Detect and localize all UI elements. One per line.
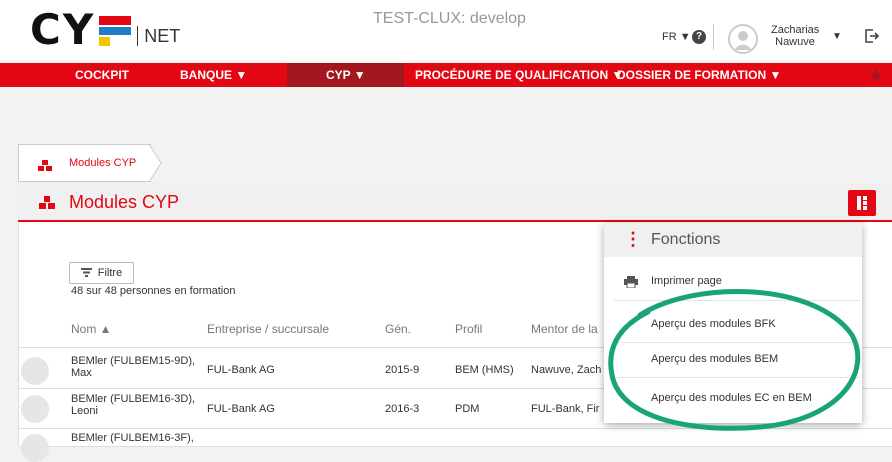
table-cell-name[interactable]: BEMler (FULBEM16-3D), Leoni [71, 393, 195, 417]
modules-icon [39, 196, 55, 209]
table-cell-profile: PDM [455, 403, 480, 415]
table-cell-generation: 2015-9 [385, 364, 420, 376]
nav-cockpit[interactable]: COCKPIT [75, 63, 129, 87]
nav-procedure-qualification[interactable]: PROCÉDURE DE QUALIFICATION ▼ [415, 63, 623, 87]
nav-cyp[interactable]: CYP ▼ [326, 63, 366, 87]
help-icon[interactable]: ? [692, 30, 706, 44]
row-name-line1: BEMler (FULBEM16-3D), [71, 393, 196, 405]
filter-icon [80, 268, 92, 278]
favorite-star-icon[interactable]: ★ [868, 65, 884, 86]
table-cell-name[interactable]: BEMler (FULBEM15-9D), Max [71, 355, 195, 379]
column-header-company[interactable]: Entreprise / succursale [207, 322, 329, 336]
functions-dropdown-header [604, 223, 862, 257]
user-first-name: Zacharias [771, 24, 820, 36]
row-avatar [21, 434, 49, 462]
highlight-ellipse [608, 288, 861, 431]
column-header-profile[interactable]: Profil [455, 322, 482, 336]
column-header-mentor[interactable]: Mentor de la [531, 322, 598, 336]
modules-icon [38, 160, 52, 171]
user-avatar[interactable] [728, 24, 758, 54]
table-cell-name[interactable]: BEMler (FULBEM16-3F), [71, 432, 194, 444]
environment-title: TEST-CLUX: develop [373, 10, 526, 27]
logout-icon[interactable] [864, 28, 880, 44]
language-selector[interactable]: FR ▼ [662, 31, 691, 43]
user-menu-caret[interactable]: ▼ [832, 31, 842, 42]
row-name-line2: Leoni [71, 405, 98, 417]
functions-title: Fonctions [651, 231, 721, 248]
more-vert-icon: ⋮ [624, 229, 642, 249]
row-avatar [21, 357, 49, 385]
table-cell-company: FUL-Bank AG [207, 364, 275, 376]
main-navigation: COCKPIT BANQUE ▼ CYP ▼ PROCÉDURE DE QUAL… [0, 63, 892, 87]
nav-banque[interactable]: BANQUE ▼ [180, 63, 247, 87]
logo-letters: CY [30, 5, 96, 54]
user-name[interactable]: Zacharias Nawuve [771, 24, 819, 48]
logo-p-mark-icon [99, 16, 132, 46]
column-header-generation[interactable]: Gén. [385, 322, 411, 336]
person-count: 48 sur 48 personnes en formation [71, 285, 236, 297]
header-divider [713, 24, 714, 50]
column-header-name[interactable]: Nom ▲ [71, 322, 112, 336]
table-cell-mentor: FUL-Bank, Fir [531, 403, 600, 415]
functions-menu-button[interactable] [848, 190, 876, 216]
table-cell-profile: BEM (HMS) [455, 364, 514, 376]
nav-dossier-formation[interactable]: DOSSIER DE FORMATION ▼ [617, 63, 781, 87]
table-cell-mentor: Nawuve, Zach [531, 364, 602, 376]
row-name-line2: Max [71, 367, 92, 379]
filter-button[interactable]: Filtre [69, 262, 134, 284]
row-name-line1: BEMler (FULBEM15-9D), [71, 355, 196, 367]
panel-title: Modules CYP [69, 192, 180, 212]
cyp-logo[interactable]: CY NET [30, 5, 180, 54]
logo-suffix: NET [137, 26, 180, 46]
breadcrumb-arrow [149, 144, 162, 182]
table-cell-generation: 2016-3 [385, 403, 420, 415]
table-cell-company: FUL-Bank AG [207, 403, 275, 415]
filter-label: Filtre [97, 267, 123, 279]
more-vert-icon [857, 196, 867, 210]
breadcrumb-item-modules-cyp[interactable]: Modules CYP [69, 157, 136, 169]
user-last-name: Nawuve [775, 36, 815, 48]
row-avatar [21, 395, 49, 423]
